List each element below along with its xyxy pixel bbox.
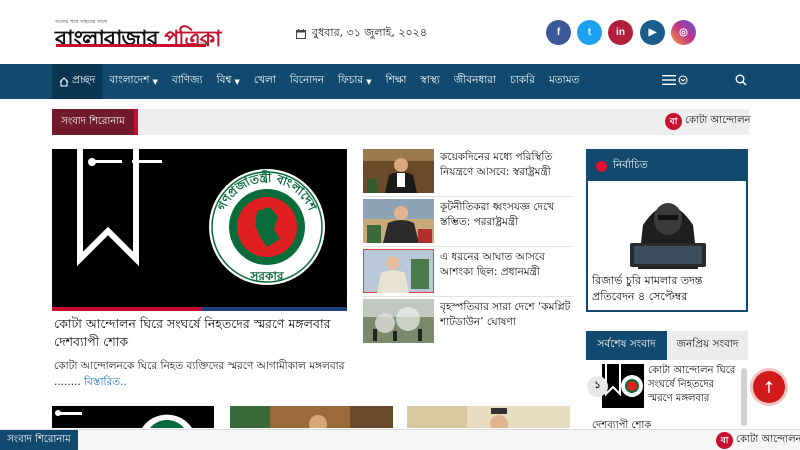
ticker-text: কোটা আন্দোলন: [685, 115, 751, 126]
nav-label: মতামত: [548, 74, 580, 86]
rank-badge: ১: [587, 376, 608, 397]
chevron-down-icon: ▼: [152, 77, 158, 86]
list-item[interactable]: বৃহস্পতিবার সারা দেশে ‘কমপ্লিট শাটডাউন’ …: [363, 299, 573, 345]
nav-label: বাণিজ্য: [171, 74, 203, 86]
site-badge-icon: বা: [665, 113, 682, 130]
featured-card[interactable]: নির্বাচিত রিজার্ভ চুরি মামলার তদন্ত প্রত…: [586, 149, 748, 312]
live-dot-icon: [596, 160, 607, 172]
linkedin-glyph: in: [616, 27, 625, 38]
divider: [363, 296, 573, 297]
news-title: এ ধরনের আঘাত আসবে আশংকা ছিল: প্রধানমন্ত্…: [440, 251, 545, 278]
nav-item-home[interactable]: প্রচ্ছদ: [52, 64, 103, 99]
list-scrollbar[interactable]: [741, 368, 747, 426]
nav-item-bangladesh[interactable]: বাংলাদেশ ▼: [102, 64, 165, 99]
news-thumbnail: [363, 249, 434, 293]
nav-item-health[interactable]: স্বাস্থ্য: [413, 64, 446, 99]
tab-latest[interactable]: সর্বশেষ সংবাদ: [586, 331, 667, 360]
news-thumbnail: [363, 149, 434, 193]
featured-label: নির্বাচিত: [613, 158, 648, 171]
lead-story-summary: কোটা আন্দোলনকে ঘিরে নিহত ব্যক্তিদের স্মর…: [54, 358, 347, 390]
featured-title: রিজার্ভ চুরি মামলার তদন্ত প্রতিবেদন ৪ সে…: [592, 274, 703, 303]
site-badge-icon: বা: [716, 432, 733, 449]
nav-items: প্রচ্ছদ বাংলাদেশ ▼ বাণিজ্য বিশ্ব ▼ খেলা বি…: [52, 64, 586, 99]
lead-story-title[interactable]: কোটা আন্দোলন ঘিরে সংঘর্ষে নিহতদের স্মরণে…: [54, 315, 347, 351]
date-display: বুধবার, ৩১ জুলাই, ২০২৪: [296, 24, 427, 43]
mourning-seal-graphic: গণপ্রজাতন্ত্রী বাংলাদেশ সরকার: [52, 149, 347, 311]
nav-label: প্রচ্ছদ: [72, 74, 96, 86]
bottom-ticker-label: সংবাদ শিরোনাম: [0, 430, 78, 450]
youtube-icon[interactable]: ▶: [640, 20, 665, 45]
news-thumbnail[interactable]: [52, 406, 214, 428]
hacker-illustration: [630, 203, 706, 269]
facebook-glyph: f: [556, 27, 561, 38]
bottom-ticker-text: কোটা আন্দোলন: [736, 434, 800, 445]
instagram-glyph: ◎: [679, 27, 688, 38]
divider: [363, 246, 573, 247]
nav-item-world[interactable]: বিশ্ব ▼: [210, 64, 247, 99]
linkedin-icon[interactable]: in: [608, 20, 633, 45]
youtube-glyph: ▶: [648, 27, 657, 38]
back-to-top-button[interactable]: ↑: [753, 371, 785, 403]
nav-item-feature[interactable]: ফিচার ▼: [331, 64, 379, 99]
arrow-up-icon: ↑: [762, 377, 776, 397]
read-more-link[interactable]: বিস্তারিত..: [84, 376, 127, 388]
tab-item-title: কোটা আন্দোলন ঘিরে সংঘর্ষে নিহতদের স্মরণে…: [648, 365, 736, 404]
search-icon[interactable]: [735, 74, 747, 90]
logo-main-text: বাংলাবাজার: [55, 27, 165, 52]
menu-toggle-icon[interactable]: [662, 74, 688, 89]
seal-bottom-text: সরকার: [249, 269, 283, 283]
nav-item-jobs[interactable]: চাকরি: [503, 64, 542, 99]
news-thumbnail: [363, 299, 434, 343]
nav-label: বিশ্ব: [216, 74, 232, 86]
tab-popular[interactable]: জনপ্রিয় সংবাদ: [667, 331, 748, 360]
nav-label: বিনোদন: [289, 74, 325, 86]
list-item[interactable]: কূটনীতিকরা ধ্বংসযজ্ঞ দেখে স্তম্ভিত: পররা…: [363, 199, 573, 245]
news-title: বৃহস্পতিবার সারা দেশে ‘কমপ্লিট শাটডাউন’ …: [440, 301, 571, 328]
nav-item-education[interactable]: শিক্ষা: [379, 64, 414, 99]
news-ticker: সংবাদ শিরোনাম বা কোটা আন্দোলন: [52, 109, 751, 135]
news-title: কূটনীতিকরা ধ্বংসযজ্ঞ দেখে স্তম্ভিত: পররা…: [440, 201, 555, 228]
nav-label: জীবনধারা: [453, 74, 497, 86]
news-title: কয়েকদিনের মধ্যে পরিস্থিতি নিয়ন্ত্রণে আ…: [440, 151, 553, 178]
nav-label: চাকরি: [510, 74, 535, 86]
ticker-label: সংবাদ শিরোনাম: [52, 109, 138, 135]
news-thumbnail: [363, 199, 434, 243]
calendar-icon: [296, 28, 306, 39]
divider: [363, 196, 573, 197]
news-thumbnail[interactable]: [407, 406, 570, 428]
lead-story-image[interactable]: গণপ্রজাতন্ত্রী বাংলাদেশ সরকার: [52, 149, 347, 311]
logo-small-text: অন্য: [200, 41, 209, 47]
bottom-news-ticker: সংবাদ শিরোনাম বা কোটা আন্দোলন: [0, 429, 800, 450]
logo-underline: [56, 44, 206, 47]
chevron-down-icon: ▼: [366, 77, 372, 86]
chevron-down-icon: ▼: [234, 77, 240, 86]
lead-image-bar-accent: [52, 307, 202, 311]
twitter-icon[interactable]: t: [577, 20, 602, 45]
news-thumbnail: [602, 364, 644, 408]
news-tabs: সর্বশেষ সংবাদ জনপ্রিয় সংবাদ: [586, 331, 748, 360]
nav-label: ফিচার: [338, 74, 364, 86]
site-logo[interactable]: বাংলাবাজার পত্রিকা: [55, 22, 222, 59]
featured-header: নির্বাচিত: [588, 151, 746, 181]
twitter-glyph: t: [587, 27, 592, 38]
nav-label: বাংলাদেশ: [109, 74, 150, 86]
nav-label: স্বাস্থ্য: [420, 74, 440, 86]
nav-item-sports[interactable]: খেলা: [247, 64, 283, 99]
facebook-icon[interactable]: f: [546, 20, 571, 45]
list-item[interactable]: এ ধরনের আঘাত আসবে আশংকা ছিল: প্রধানমন্ত্…: [363, 249, 573, 295]
nav-item-commerce[interactable]: বাণিজ্য: [165, 64, 210, 99]
news-thumbnail[interactable]: [230, 406, 393, 428]
ticker-headline[interactable]: বা কোটা আন্দোলন: [665, 113, 751, 130]
instagram-icon[interactable]: ◎: [671, 20, 696, 45]
nav-item-entertainment[interactable]: বিনোদন: [283, 64, 331, 99]
home-icon: [59, 76, 69, 87]
list-item[interactable]: কয়েকদিনের মধ্যে পরিস্থিতি নিয়ন্ত্রণে আ…: [363, 149, 573, 195]
nav-label: শিক্ষা: [385, 74, 407, 86]
nav-item-opinion[interactable]: মতামত: [542, 64, 586, 99]
bottom-ticker-headline[interactable]: বা কোটা আন্দোলন: [716, 432, 800, 449]
nav-item-lifestyle[interactable]: জীবনধারা: [447, 64, 503, 99]
nav-label: খেলা: [253, 74, 276, 86]
current-date: বুধবার, ৩১ জুলাই, ২০২৪: [312, 26, 427, 39]
logo-accent-text: পত্রিকা: [164, 27, 221, 52]
